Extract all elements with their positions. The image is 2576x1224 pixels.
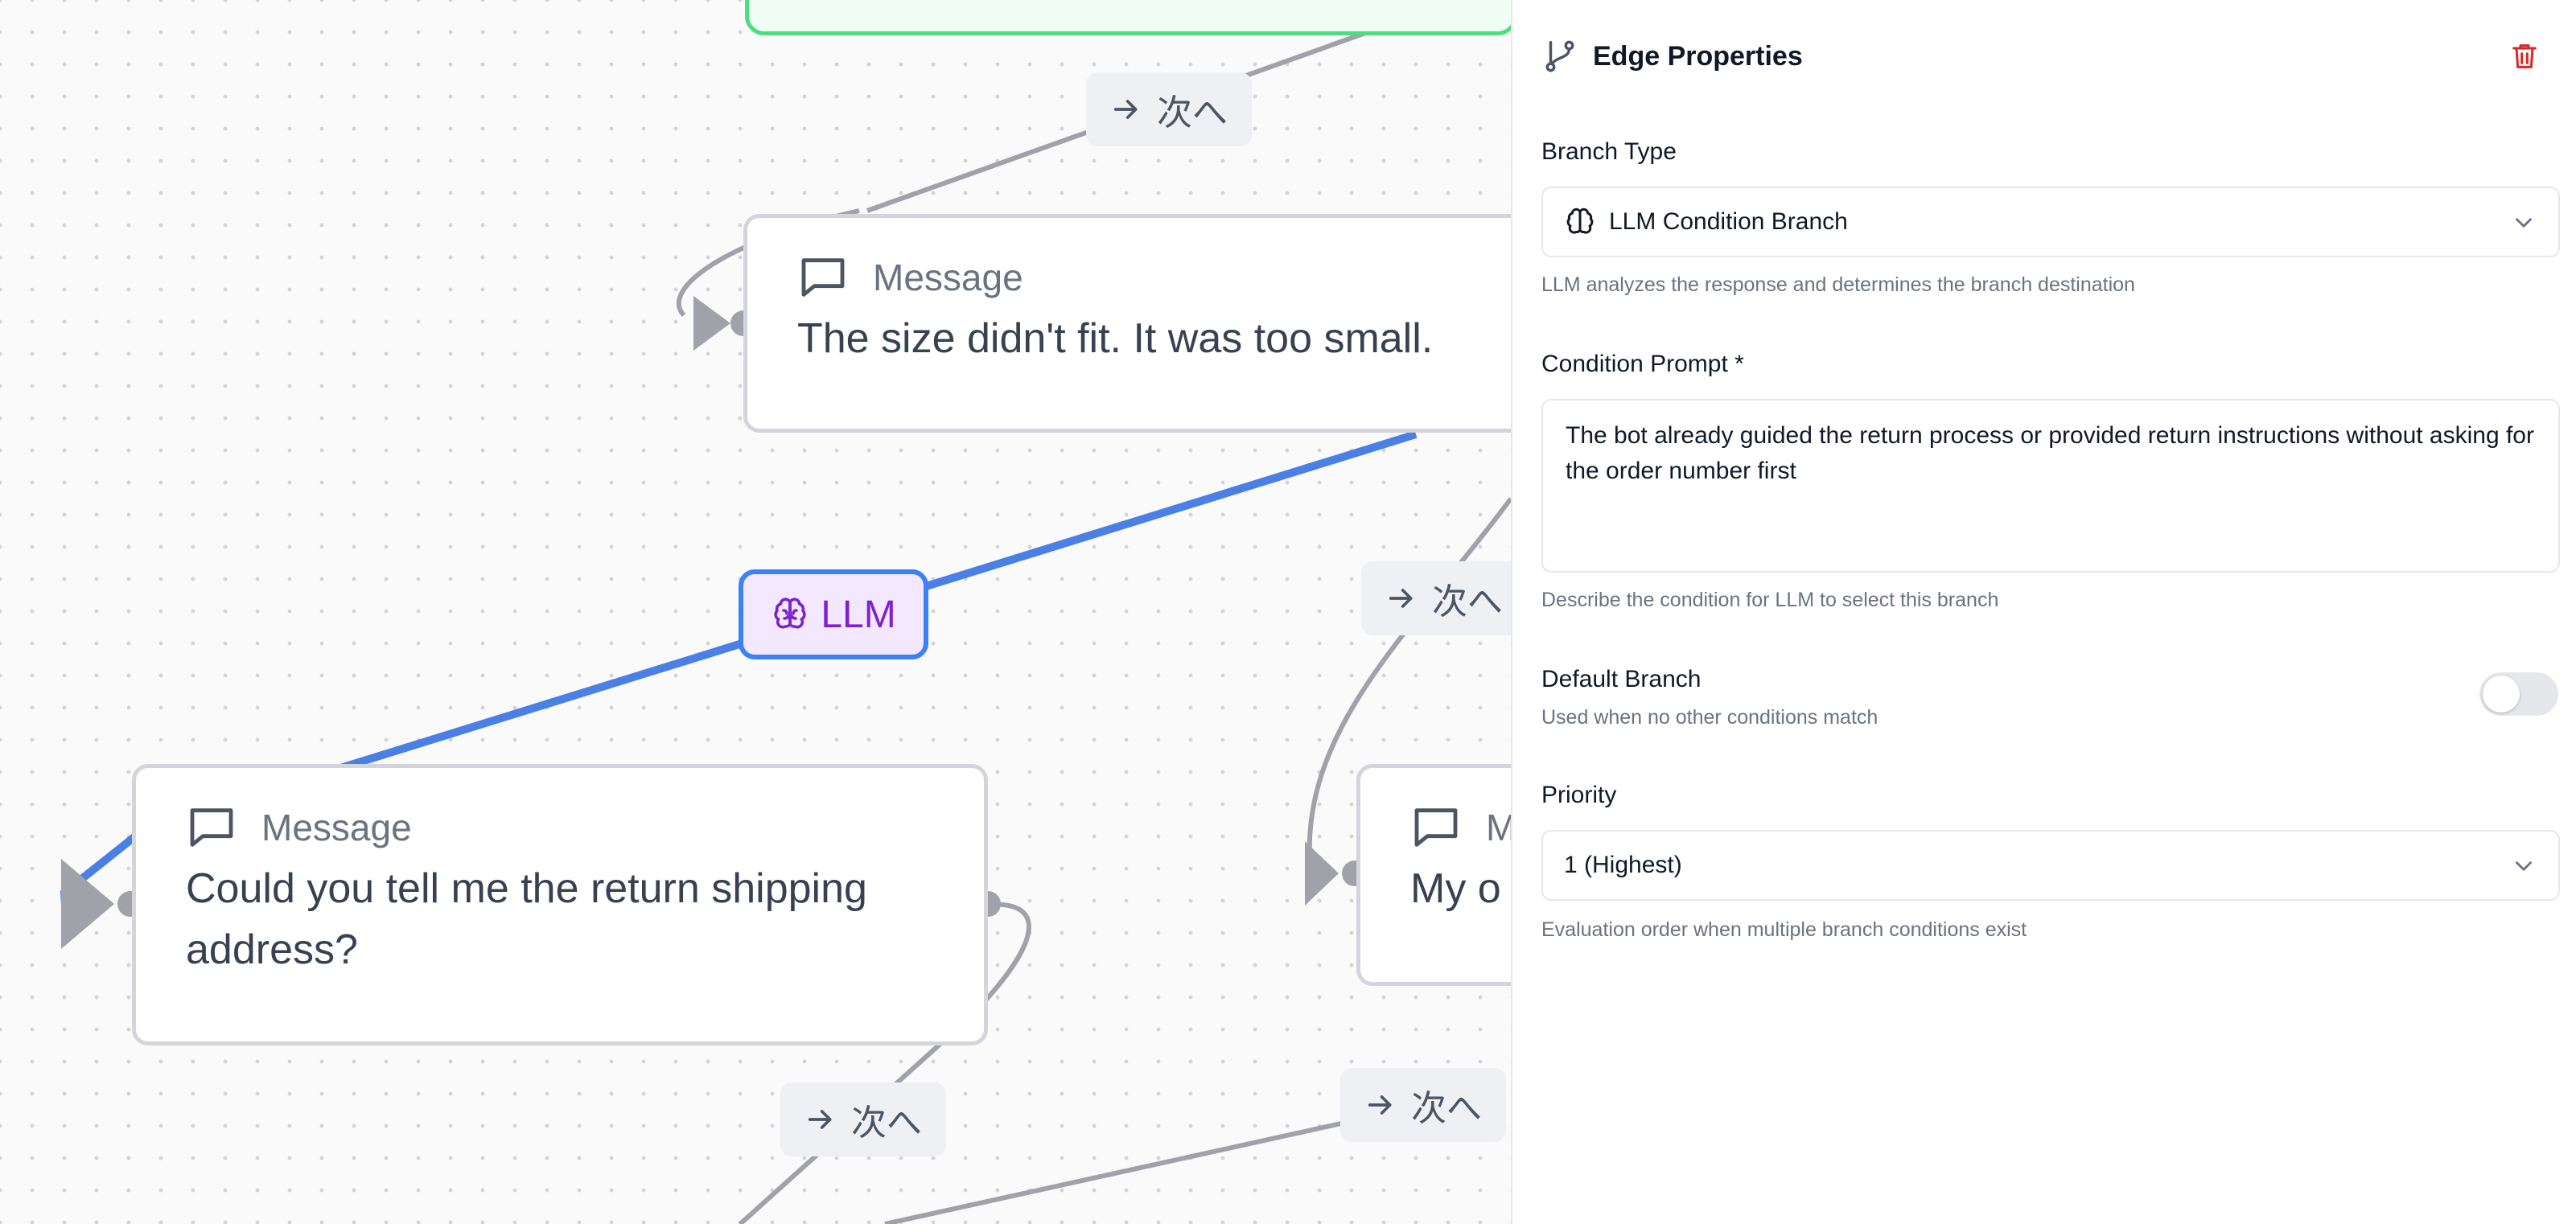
edge-bottom [884,1119,1349,1224]
llm-edge-label[interactable]: LLM [739,569,928,659]
default-branch-toggle[interactable] [2479,672,2558,716]
message-node-1[interactable]: Message The size didn't fit. It was too … [743,214,1511,433]
llm-label-text: LLM [821,593,896,636]
edge-label-text: 次へ [851,1103,922,1143]
node-text: My o [1410,865,1501,912]
priority-select[interactable]: 1 (Highest) [1541,830,2560,901]
node-title: M [1486,807,1511,848]
message-icon [801,258,845,297]
chevron-down-icon [2516,218,2532,228]
priority-label: Priority [1541,782,1617,808]
brain-icon [1566,207,1594,234]
arrowhead-node3 [1305,841,1339,906]
trash-icon[interactable] [2508,40,2541,72]
branch-type-select[interactable]: LLM Condition Branch [1541,187,2560,257]
arrow-right-icon [1389,589,1413,608]
node-text-line-2: address? [186,926,358,973]
edge-label-next[interactable]: 次へ [780,1082,946,1156]
git-branch-icon [1545,40,1574,72]
edge-label-text: 次へ [1157,93,1228,133]
edge-label-next[interactable]: 次へ [1086,72,1252,146]
edge-label-text: 次へ [1432,582,1503,622]
node-title: Message [873,257,1023,298]
default-branch-label: Default Branch [1541,666,1702,692]
default-branch-help: Used when no other conditions match [1541,706,1879,729]
branch-type-label: Branch Type [1541,138,1677,165]
message-icon [1414,808,1458,847]
flow-canvas[interactable]: Message The size didn't fit. It was too … [0,0,1511,1224]
node-text-line-1: Could you tell me the return shipping [186,865,867,912]
branch-type-help: LLM analyzes the response and determines… [1541,273,2135,296]
arrow-right-icon [1368,1095,1392,1115]
condition-prompt-textarea[interactable]: The bot already guided the return proces… [1541,399,2560,573]
edge-label-next[interactable]: 次へ [1340,1068,1506,1142]
arrowhead-message1 [693,296,730,351]
panel-title: Edge Properties [1593,40,1803,72]
node-text-block: Could you tell me the return shipping ad… [186,858,952,980]
node-text: The size didn't fit. It was too small. [797,315,1434,362]
node-title: Message [261,807,412,848]
toggle-knob [2483,676,2520,713]
edge-label-text: 次へ [1411,1089,1482,1128]
brain-icon [774,598,806,629]
priority-help: Evaluation order when multiple branch co… [1541,918,2027,941]
arrow-right-icon [1113,100,1138,119]
chevron-down-icon [2516,861,2532,871]
message-icon [190,808,233,847]
start-node[interactable] [745,0,1511,35]
message-node-2[interactable]: Message Could you tell me the return shi… [132,764,988,1045]
branch-type-value: LLM Condition Branch [1609,208,1848,235]
edge-label-next[interactable]: 次へ [1361,561,1511,635]
message-node-3[interactable]: M My o [1356,764,1511,986]
condition-prompt-help: Describe the condition for LLM to select… [1541,589,1999,611]
condition-prompt-label: Condition Prompt * [1541,351,1744,377]
priority-value: 1 (Highest) [1564,852,1682,878]
panel-header: Edge Properties [1541,34,2547,79]
edge-properties-panel: Edge Properties Branch Type LLM Conditio… [1511,0,2576,1224]
arrow-right-icon [808,1110,832,1129]
